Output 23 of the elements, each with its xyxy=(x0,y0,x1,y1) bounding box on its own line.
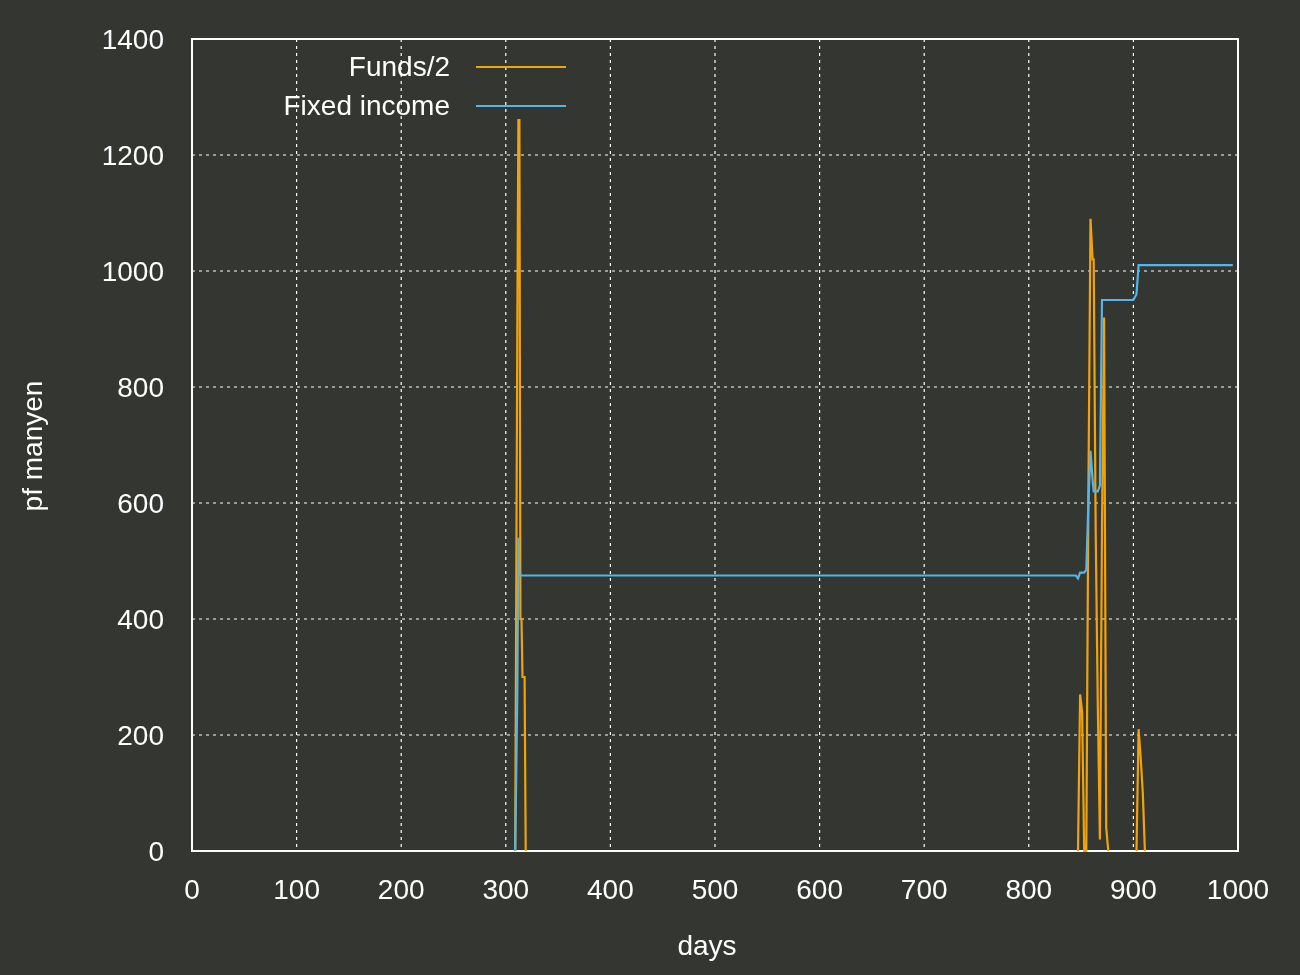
x-tick-label: 1000 xyxy=(1206,874,1270,905)
x-tick-label: 300 xyxy=(482,874,530,905)
x-tick-label: 500 xyxy=(691,874,739,905)
y-tick-label: 0 xyxy=(148,836,164,867)
y-tick-label: 200 xyxy=(117,720,164,751)
y-tick-label: 400 xyxy=(117,604,164,635)
x-tick-label: 100 xyxy=(273,874,320,905)
y-axis-label: pf manyen xyxy=(17,380,48,512)
y-tick-label: 1000 xyxy=(101,256,164,287)
x-tick-label: 800 xyxy=(1005,874,1053,905)
x-tick-label: 600 xyxy=(796,874,843,905)
y-tick-label: 600 xyxy=(117,488,164,519)
x-tick-label: 0 xyxy=(184,874,200,905)
y-tick-label: 1200 xyxy=(101,140,164,171)
y-tick-label: 1400 xyxy=(101,24,164,55)
legend-label: Funds/2 xyxy=(348,51,450,82)
legend-label: Fixed income xyxy=(283,90,450,121)
x-tick-label: 200 xyxy=(377,874,425,905)
x-tick-label: 700 xyxy=(900,874,948,905)
x-axis-label: days xyxy=(677,930,737,961)
x-tick-label: 900 xyxy=(1110,874,1157,905)
y-tick-label: 800 xyxy=(117,372,164,403)
x-tick-label: 400 xyxy=(587,874,634,905)
